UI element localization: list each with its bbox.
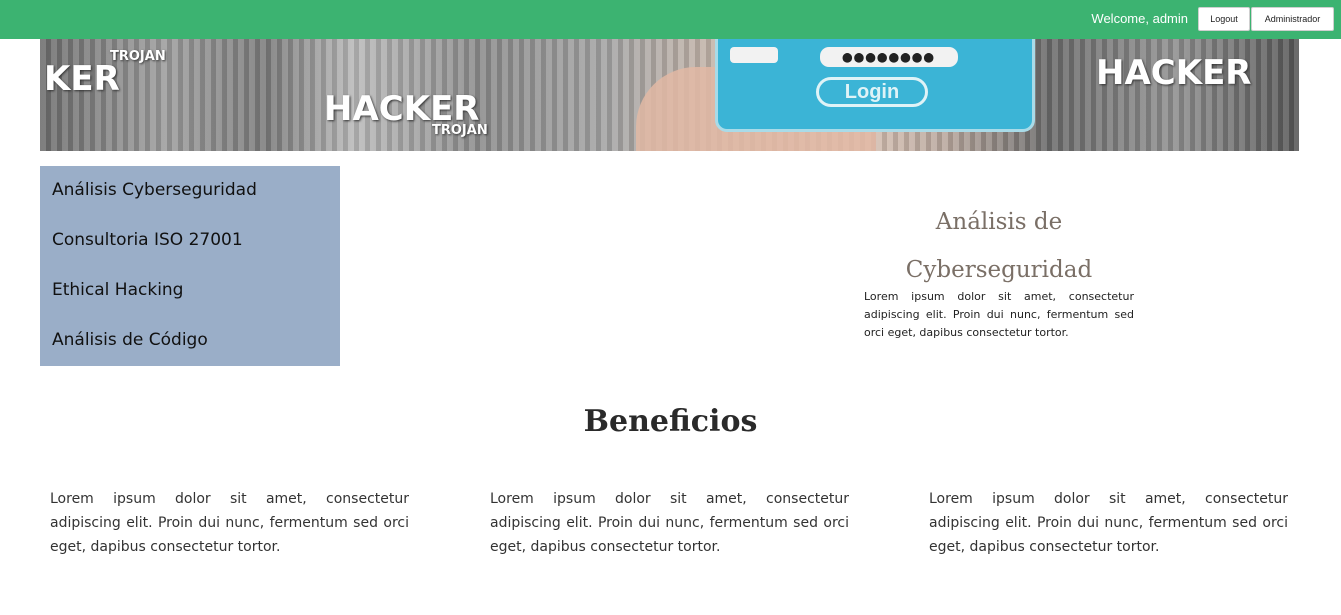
card-text: Lorem ipsum dolor sit amet, consectetur … — [864, 290, 1134, 339]
banner-password-field: ●●●●●●●● — [820, 47, 958, 67]
administrador-button[interactable]: Administrador — [1251, 7, 1334, 31]
banner-text: HACKER — [1096, 53, 1252, 93]
welcome-text: Welcome, admin — [1091, 11, 1188, 26]
banner-text: TROJAN — [432, 123, 488, 138]
lock-icon — [730, 47, 778, 63]
benefits-title: Beneficios — [583, 404, 758, 439]
sidebar-menu: Análisis Cyberseguridad Consultoria ISO … — [40, 166, 340, 366]
banner-text: TROJAN — [110, 49, 166, 64]
logout-button[interactable]: Logout — [1198, 7, 1250, 31]
benefit-text: Lorem ipsum dolor sit amet, consectetur … — [490, 491, 849, 555]
hero-banner-image: ●●●●●●●● Login KER TROJAN HACKER TROJAN … — [40, 39, 1299, 151]
sidebar-item-analisis-cyberseguridad[interactable]: Análisis Cyberseguridad — [52, 180, 257, 200]
banner-text: KER — [44, 59, 120, 99]
card-title: Análisis de Cyberseguridad — [905, 209, 1093, 283]
sidebar-item-analisis-codigo[interactable]: Análisis de Código — [52, 330, 208, 350]
benefit-text: Lorem ipsum dolor sit amet, consectetur … — [50, 491, 409, 555]
benefit-text: Lorem ipsum dolor sit amet, consectetur … — [929, 491, 1288, 555]
sidebar-item-ethical-hacking[interactable]: Ethical Hacking — [52, 280, 183, 300]
top-bar: Welcome, admin Logout Administrador — [0, 0, 1341, 39]
banner-login-graphic: Login — [816, 77, 928, 107]
sidebar-item-consultoria-iso[interactable]: Consultoria ISO 27001 — [52, 230, 243, 250]
